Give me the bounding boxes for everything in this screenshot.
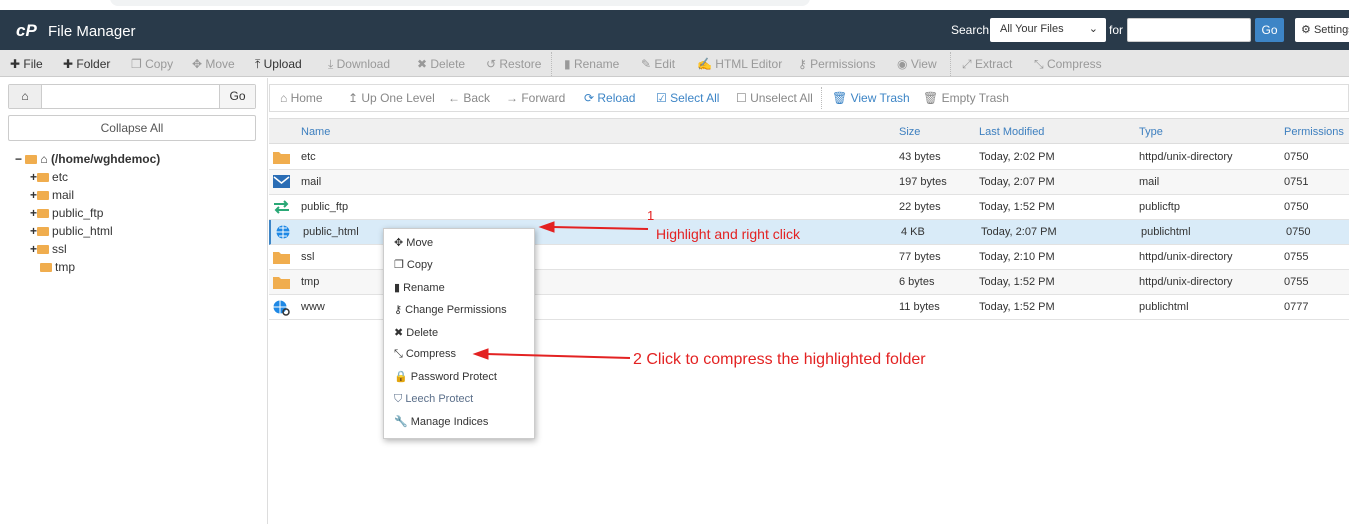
arrow-step2 bbox=[472, 348, 631, 360]
annotation-arrows bbox=[472, 221, 649, 360]
arrow-step1 bbox=[538, 221, 649, 233]
annotation-step1-number: 1 bbox=[647, 208, 655, 223]
annotation-step1-text: Highlight and right click bbox=[656, 226, 800, 242]
annotation-step2-text: 2 Click to compress the highlighted fold… bbox=[633, 351, 926, 368]
